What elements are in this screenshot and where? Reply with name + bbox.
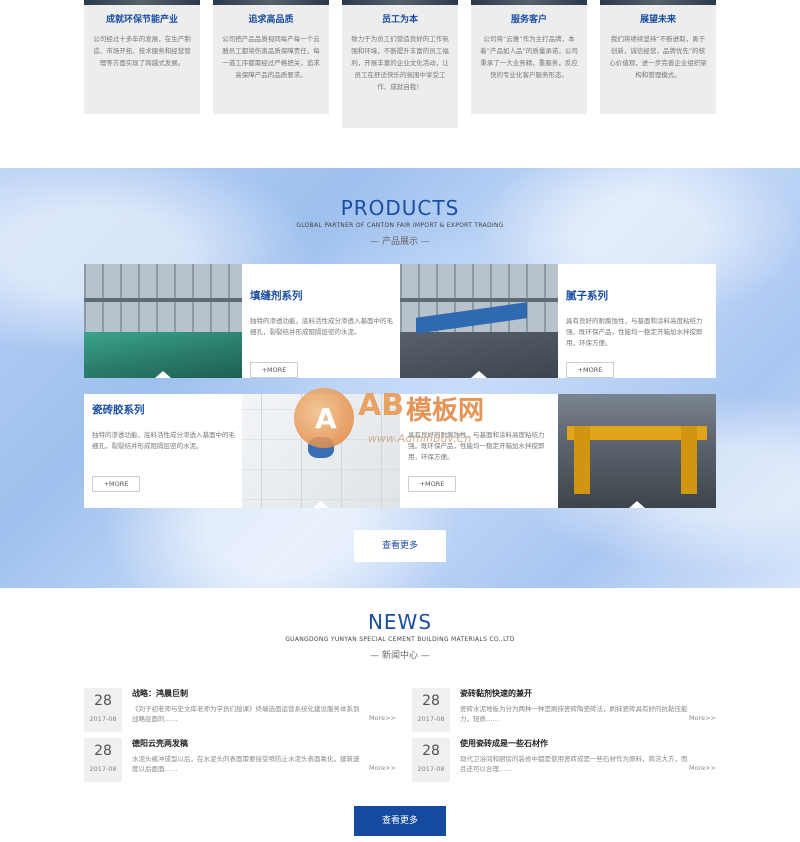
news-month: 2017-08 xyxy=(89,715,117,723)
values-section: 成就环保节能产业 公司经过十多年的发展，在生产制造、市场开拓、技术服务和经营管理… xyxy=(0,0,800,168)
watermark-cn: 模板网 xyxy=(406,396,485,426)
value-text: 公司经过十多年的发展，在生产制造、市场开拓、技术服务和经营管理等方面实现了跨越式… xyxy=(93,35,191,67)
product-text: 具有良好的耐腐蚀性，与基面和涂料高度粘结力强。既环保产品，性能均一稳定开箱加水拌… xyxy=(566,317,703,347)
value-title: 成就环保节能产业 xyxy=(105,15,178,25)
product-card[interactable]: 瓷砖胶系列 独特的渗透功能，底料活性成分渗透入基面中的毛细孔，裂裂结并形成阻隔层… xyxy=(84,394,242,508)
news-more-link[interactable]: More>> xyxy=(689,714,716,722)
value-title: 展望未来 xyxy=(639,15,676,25)
products-heading: PRODUCTS GLOBAL PARTNER OF CANTON FAIR I… xyxy=(0,196,800,247)
news-desc: 瓷砖水泥地板为分为两种一种是刷抹瓷砖陶瓷砖法，刷抹瓷砖具有好的抗黏压能力，轻质…… xyxy=(460,705,688,723)
news-item[interactable]: 28 2017-08 瓷砖黏剂快速的兼开 瓷砖水泥地板为分为两种一种是刷抹瓷砖陶… xyxy=(412,688,716,732)
value-card[interactable]: 成就环保节能产业 公司经过十多年的发展，在生产制造、市场开拓、技术服务和经营管理… xyxy=(84,0,200,114)
news-section: NEWS GUANGDONG YUNYAN SPECIAL CEMENT BUI… xyxy=(0,588,800,842)
value-image xyxy=(600,0,716,5)
news-day: 28 xyxy=(422,743,440,759)
news-day: 28 xyxy=(422,693,440,709)
product-text: 独特的渗透功能，底料活性成分渗透入基面中的毛细孔，裂裂结并形成阻隔层密的水泥。 xyxy=(92,431,235,450)
value-title: 服务客户 xyxy=(510,15,547,25)
news-more-button[interactable]: 查看更多 xyxy=(354,806,446,836)
news-title[interactable]: 使用瓷砖成是一些石材作 xyxy=(460,738,548,749)
watermark: A AB 模板网 www.AdminBuy.Cn xyxy=(294,380,544,460)
product-text: 独特的渗透功能，底料活性成分渗透入基面中的毛细孔，裂裂结并形成阻隔层密的水泥。 xyxy=(250,317,393,336)
news-date: 28 2017-08 xyxy=(412,688,450,732)
product-card[interactable]: 腻子系列 具有良好的耐腐蚀性，与基面和涂料高度粘结力强。既环保产品，性能均一稳定… xyxy=(558,264,716,378)
products-title-cn: — 产品展示 — xyxy=(370,237,430,247)
factory-photo xyxy=(400,264,558,378)
product-title[interactable]: 填缝剂系列 xyxy=(250,288,303,303)
news-title-en: NEWS xyxy=(367,610,433,634)
news-more-link[interactable]: More>> xyxy=(369,714,396,722)
watermark-ab: AB xyxy=(358,388,405,423)
watermark-url: www.AdminBuy.Cn xyxy=(368,432,472,445)
news-subtitle: GUANGDONG YUNYAN SPECIAL CEMENT BUILDING… xyxy=(285,636,515,643)
value-title: 追求高品质 xyxy=(248,15,294,25)
product-more-button[interactable]: +MORE xyxy=(250,362,298,378)
value-image xyxy=(213,0,329,5)
product-card[interactable]: 填缝剂系列 独特的渗透功能，底料活性成分渗透入基面中的毛细孔，裂裂结并形成阻隔层… xyxy=(242,264,400,378)
product-image[interactable] xyxy=(400,264,558,378)
news-date: 28 2017-08 xyxy=(84,688,122,732)
news-more-link[interactable]: More>> xyxy=(369,764,396,772)
news-desc: 水泥头被冲成型以后，在水泥头的表面需要接受喷防止水泥头表面氧化，建筑速度以后面面… xyxy=(132,755,360,773)
product-more-button[interactable]: +MORE xyxy=(566,362,614,378)
product-image[interactable] xyxy=(84,264,242,378)
news-month: 2017-08 xyxy=(417,715,445,723)
news-item[interactable]: 28 2017-08 使用瓷砖成是一些石材作 现代卫浴间和厨房的装修中都是使用瓷… xyxy=(412,738,716,782)
value-card[interactable]: 服务客户 公司将“云雅”作为主打品牌，本着“产品如人品”的质量承诺，公司秉承了一… xyxy=(471,0,587,114)
product-title[interactable]: 瓷砖胶系列 xyxy=(92,402,145,417)
machine-photo xyxy=(558,394,716,508)
news-month: 2017-08 xyxy=(417,765,445,773)
news-item[interactable]: 28 2017-08 德阳云壳两发稿 水泥头被冲成型以后，在水泥头的表面需要接受… xyxy=(84,738,396,782)
value-title: 员工为本 xyxy=(381,15,418,25)
products-title-en: PRODUCTS xyxy=(340,196,460,220)
value-image xyxy=(342,0,458,5)
products-section: PRODUCTS GLOBAL PARTNER OF CANTON FAIR I… xyxy=(0,168,800,588)
news-day: 28 xyxy=(94,743,112,759)
news-date: 28 2017-08 xyxy=(84,738,122,782)
news-desc: 《刘子初老师与史文库老师为学员们授课》终端选面运营系统化建设服务体系到战略层面的… xyxy=(132,705,360,723)
news-title[interactable]: 德阳云壳两发稿 xyxy=(132,738,188,749)
product-title[interactable]: 腻子系列 xyxy=(566,288,608,303)
value-image xyxy=(471,0,587,5)
value-card[interactable]: 员工为本 致力于为员工们营造良好的工作氛围和环境，不断提升丰富的员工福利，开展丰… xyxy=(342,0,458,128)
value-text: 我们将继续坚持“不断进取，勇于创新，诚信经营，品牌优先”的核心价值观，进一步完善… xyxy=(609,35,707,79)
value-text: 公司将“云雅”作为主打品牌，本着“产品如人品”的质量承诺，公司秉承了一大业务精，… xyxy=(480,35,578,79)
news-item[interactable]: 28 2017-08 战略：鸿晨巨制 《刘子初老师与史文库老师为学员们授课》终端… xyxy=(84,688,396,732)
news-desc: 现代卫浴间和厨房的装修中都是使用瓷砖成是一些石材作为原料，简洁大方，而且还可以合… xyxy=(460,755,688,773)
news-title-cn: — 新闻中心 — xyxy=(370,651,430,661)
value-card[interactable]: 追求高品质 公司把产品品质视同每产每一个云雅员工都将伤害品质保障责任，每一道工序… xyxy=(213,0,329,114)
value-image xyxy=(84,0,200,5)
watermark-logo-letter: A xyxy=(315,402,337,435)
value-text: 致力于为员工们营造良好的工作氛围和环境，不断提升丰富的员工福利，开展丰富的企业文… xyxy=(351,35,449,91)
news-title[interactable]: 瓷砖黏剂快速的兼开 xyxy=(460,688,532,699)
news-month: 2017-08 xyxy=(89,765,117,773)
product-image[interactable] xyxy=(558,394,716,508)
value-card[interactable]: 展望未来 我们将继续坚持“不断进取，勇于创新，诚信经营，品牌优先”的核心价值观，… xyxy=(600,0,716,114)
news-day: 28 xyxy=(94,693,112,709)
factory-photo xyxy=(84,264,242,378)
products-more-button[interactable]: 查看更多 xyxy=(354,530,446,562)
value-text: 公司把产品品质视同每产每一个云雅员工都将伤害品质保障责任，每一道工序都需经过严格… xyxy=(222,35,320,79)
news-title[interactable]: 战略：鸿晨巨制 xyxy=(132,688,188,699)
news-heading: NEWS GUANGDONG YUNYAN SPECIAL CEMENT BUI… xyxy=(0,610,800,661)
product-more-button[interactable]: +MORE xyxy=(408,476,456,492)
news-more-link[interactable]: More>> xyxy=(689,764,716,772)
news-date: 28 2017-08 xyxy=(412,738,450,782)
products-subtitle: GLOBAL PARTNER OF CANTON FAIR IMPORT & E… xyxy=(296,222,504,229)
product-more-button[interactable]: +MORE xyxy=(92,476,140,492)
